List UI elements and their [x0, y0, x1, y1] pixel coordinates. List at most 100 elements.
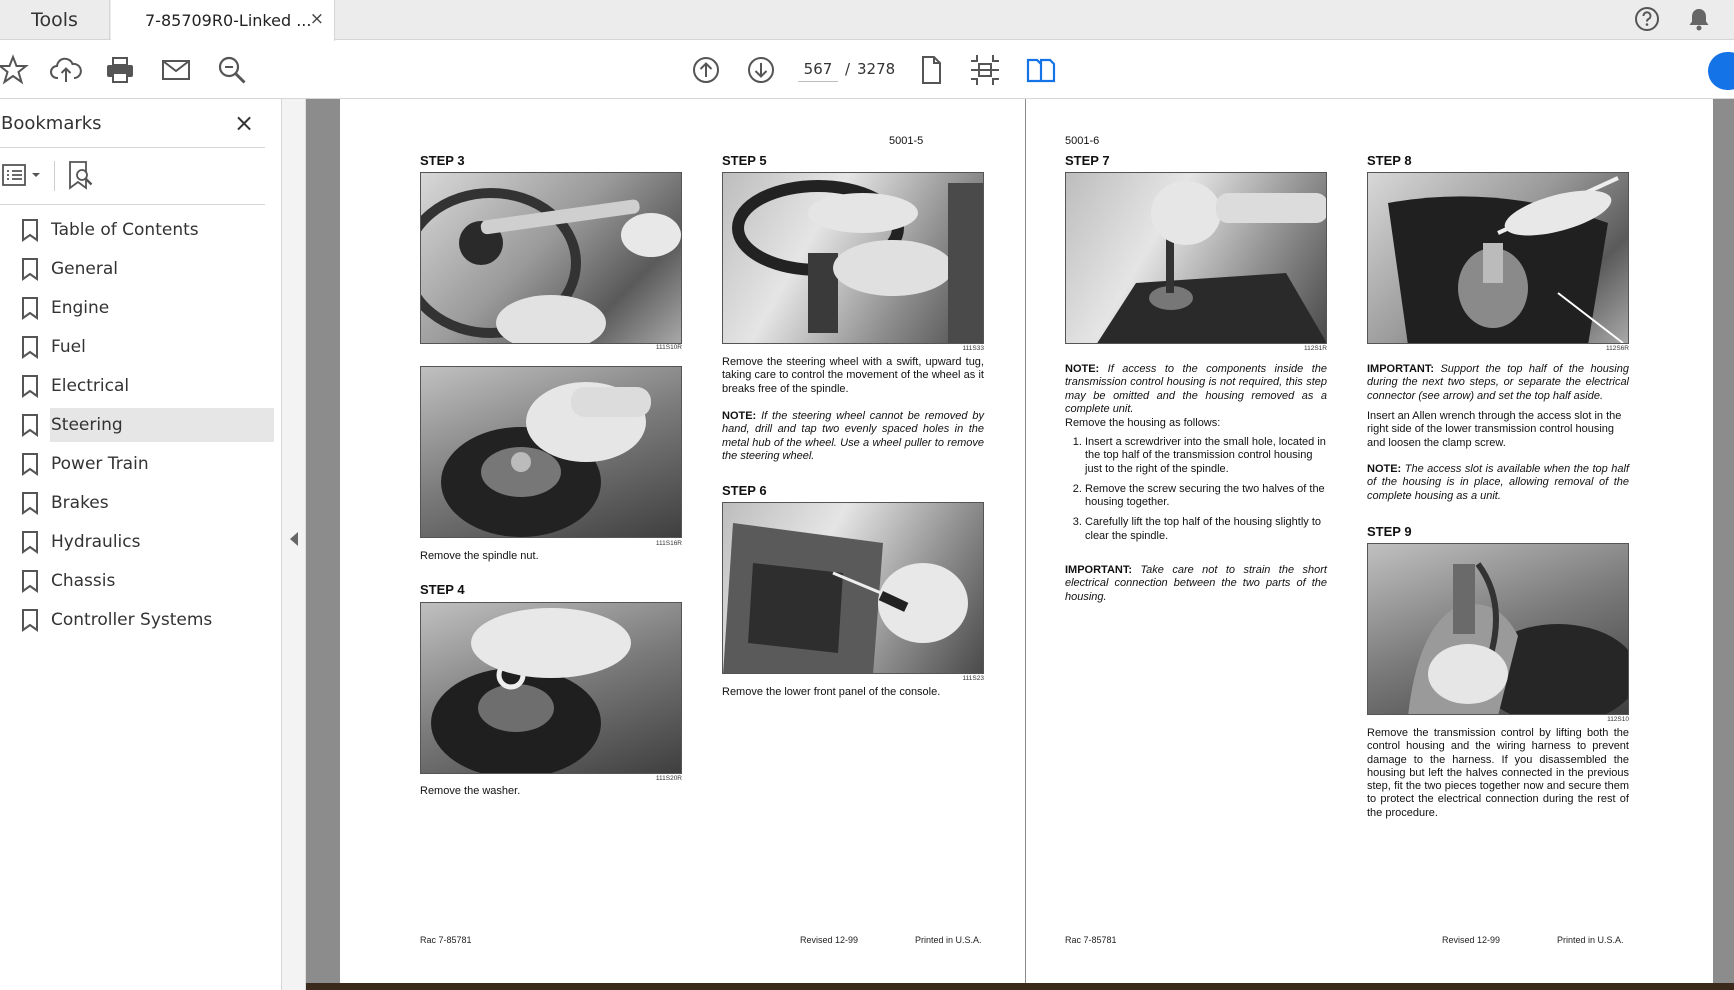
document-viewport[interactable]: 5001-5 STEP 3 111S10R 111S16R Remove the…: [306, 99, 1734, 990]
help-icon[interactable]: [1633, 5, 1661, 33]
page-separator: /: [845, 60, 851, 78]
step-text: Remove the transmission control by lifti…: [1367, 727, 1629, 819]
bookmark-icon: [22, 219, 38, 242]
print-icon[interactable]: [103, 53, 137, 87]
bookmark-label: Engine: [51, 298, 110, 318]
step-heading: STEP 9: [1367, 524, 1412, 539]
bookmark-options-icon[interactable]: [2, 163, 44, 189]
bookmark-icon: [22, 609, 38, 632]
important-text: IMPORTANT: Take care not to strain the s…: [1065, 564, 1327, 604]
footer-doc-number: Rac 7-85781: [1065, 935, 1117, 945]
bookmark-item[interactable]: Brakes: [0, 484, 282, 520]
bookmark-star-icon[interactable]: [0, 53, 30, 87]
bookmark-item[interactable]: Engine: [0, 289, 282, 325]
step-caption: Remove the spindle nut.: [420, 550, 539, 562]
bookmark-item-selected[interactable]: Steering: [0, 406, 282, 442]
procedure-item: Carefully lift the top half of the housi…: [1085, 516, 1327, 543]
bookmarks-panel: Bookmarks × Table of Contents General En…: [0, 99, 282, 990]
important-label: IMPORTANT:: [1065, 564, 1133, 576]
bookmark-item[interactable]: Power Train: [0, 445, 282, 481]
figure-number: 112S1R: [1303, 345, 1327, 352]
footer-revised: Revised 12-99: [1442, 935, 1501, 945]
bookmark-label: Hydraulics: [51, 532, 141, 552]
upload-cloud-icon[interactable]: [49, 53, 83, 87]
step-heading: STEP 6: [722, 483, 767, 498]
single-page-view-icon[interactable]: [914, 53, 948, 87]
photo-lower-front-panel: [722, 502, 984, 674]
figure-number: 111S20R: [655, 775, 682, 782]
email-icon[interactable]: [159, 53, 193, 87]
tab-document-label: 7-85709R0-Linked ...: [145, 11, 312, 30]
note-body: If the steering wheel cannot be removed …: [722, 410, 984, 462]
bookmark-label: Electrical: [51, 376, 130, 396]
step-caption: Remove the lower front panel of the cons…: [722, 686, 941, 698]
step-text: Remove the steering wheel with a swift, …: [722, 356, 984, 395]
bookmark-icon: [22, 258, 38, 281]
page-number: 5001-5: [889, 135, 924, 147]
step-heading: STEP 4: [420, 582, 465, 597]
tab-tools[interactable]: Tools: [0, 0, 110, 40]
photo-allen-wrench: [1367, 172, 1629, 344]
note-body: If access to the components inside the t…: [1065, 363, 1327, 415]
share-button[interactable]: [1708, 52, 1734, 90]
bookmark-item[interactable]: Controller Systems: [0, 601, 282, 637]
bookmark-item[interactable]: Table of Contents: [0, 211, 282, 247]
collapse-panel-handle[interactable]: [282, 99, 306, 990]
bookmark-label: Steering: [50, 408, 274, 442]
note-text: NOTE: The access slot is available when …: [1367, 463, 1629, 503]
photo-screwdriver-housing: [1065, 172, 1327, 344]
note-label: NOTE:: [1065, 363, 1100, 375]
bookmark-item[interactable]: Fuel: [0, 328, 282, 364]
panel-divider: [0, 204, 265, 205]
total-pages: 3278: [857, 60, 896, 78]
step-heading: STEP 3: [420, 153, 465, 168]
step-heading: STEP 5: [722, 153, 767, 168]
bookmark-icon: [22, 375, 38, 398]
bookmark-label: Brakes: [51, 493, 109, 513]
note-text: NOTE: If the steering wheel cannot be re…: [722, 410, 984, 463]
bookmark-item[interactable]: Chassis: [0, 562, 282, 598]
important-text: IMPORTANT: Support the top half of the h…: [1367, 363, 1629, 403]
step-text: Remove the housing as follows:: [1065, 417, 1221, 429]
procedure-item: Insert a screwdriver into the small hole…: [1085, 436, 1327, 476]
close-tab-icon[interactable]: ×: [310, 9, 324, 29]
note-body: The access slot is available when the to…: [1367, 463, 1629, 502]
photo-remove-transmission-control: [1367, 543, 1629, 715]
zoom-search-icon[interactable]: [215, 53, 249, 87]
notification-bell-icon[interactable]: [1685, 5, 1713, 33]
footer-printed: Printed in U.S.A.: [915, 935, 982, 945]
taskbar-edge: [306, 983, 1734, 990]
step-heading: STEP 8: [1367, 153, 1412, 168]
procedure-item: Remove the screw securing the two halves…: [1085, 483, 1327, 510]
fit-page-icon[interactable]: [968, 53, 1002, 87]
bookmark-icon: [22, 531, 38, 554]
figure-number: 111S16R: [655, 540, 682, 547]
bookmark-icon: [22, 297, 38, 320]
note-label: NOTE:: [722, 410, 757, 422]
photo-washer: [420, 602, 682, 774]
figure-number: 112S10: [1607, 716, 1629, 723]
toolbar: 567 / 3278: [0, 41, 1734, 99]
panel-title: Bookmarks: [1, 113, 102, 134]
note-label: NOTE:: [1367, 463, 1402, 475]
bookmark-item[interactable]: Electrical: [0, 367, 282, 403]
panel-toolbar-separator: [54, 161, 55, 191]
tab-document[interactable]: 7-85709R0-Linked ... ×: [111, 0, 335, 41]
find-bookmark-icon[interactable]: [66, 159, 96, 191]
bookmark-item[interactable]: Hydraulics: [0, 523, 282, 559]
footer-doc-number: Rac 7-85781: [420, 935, 472, 945]
bookmark-icon: [22, 414, 38, 437]
bookmark-label: Table of Contents: [51, 220, 199, 240]
close-panel-icon[interactable]: ×: [234, 109, 254, 137]
bookmark-item[interactable]: General: [0, 250, 282, 286]
next-page-icon[interactable]: [744, 53, 778, 87]
two-page-view-icon[interactable]: [1024, 53, 1058, 87]
bookmark-label: Chassis: [51, 571, 116, 591]
bookmark-icon: [22, 570, 38, 593]
bookmark-icon: [22, 336, 38, 359]
page-number-input[interactable]: 567: [798, 56, 838, 82]
photo-steering-wheel-wrench: [420, 172, 682, 344]
previous-page-icon[interactable]: [689, 53, 723, 87]
figure-number: 111S23: [962, 675, 984, 682]
figure-number: 112S6R: [1605, 345, 1629, 352]
